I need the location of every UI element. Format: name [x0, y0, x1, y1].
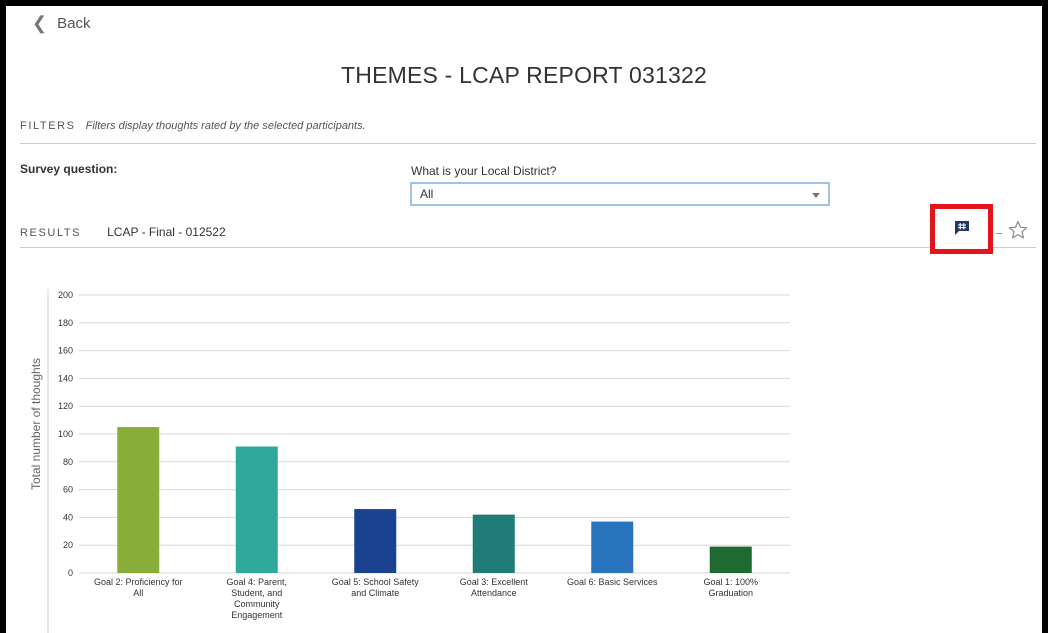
x-tick-label: All	[133, 588, 143, 598]
toolbar-separator	[996, 233, 1002, 234]
y-tick-label: 60	[63, 485, 73, 495]
chevron-left-icon: ❮	[32, 13, 48, 33]
x-tick-label: Community	[234, 599, 280, 609]
bar	[591, 521, 634, 573]
district-select-value: All	[420, 187, 434, 201]
filters-header: FILTERS Filters display thoughts rated b…	[20, 120, 366, 132]
y-tick-label: 80	[63, 457, 73, 467]
back-label: Back	[57, 14, 91, 32]
bar	[354, 509, 397, 573]
bar	[117, 427, 160, 573]
y-tick-label: 40	[63, 512, 73, 522]
results-header: RESULTS LCAP - Final - 012522	[20, 225, 226, 239]
district-question-label: What is your Local District?	[411, 164, 557, 178]
x-tick-label: Goal 4: Parent,	[226, 577, 287, 587]
x-tick-label: and Climate	[351, 588, 399, 598]
results-label: RESULTS	[20, 227, 82, 239]
x-tick-label: Goal 1: 100%	[703, 577, 758, 587]
filters-divider	[20, 143, 1036, 144]
y-tick-label: 100	[58, 429, 73, 439]
x-tick-label: Graduation	[708, 588, 753, 598]
x-tick-label: Goal 5: School Safety	[332, 577, 420, 587]
x-tick-label: Goal 6: Basic Services	[567, 577, 658, 587]
y-tick-label: 140	[58, 373, 73, 383]
survey-question-label: Survey question:	[20, 162, 118, 176]
x-tick-label: Student, and	[231, 588, 282, 598]
filters-label: FILTERS	[20, 120, 76, 132]
results-survey-name: LCAP - Final - 012522	[107, 225, 226, 239]
bar	[472, 514, 515, 573]
x-tick-label: Goal 3: Excellent	[460, 577, 529, 587]
filters-description: Filters display thoughts rated by the se…	[85, 120, 366, 132]
y-tick-label: 200	[58, 290, 73, 300]
chevron-down-icon	[812, 193, 820, 198]
results-divider	[20, 247, 1036, 248]
bar	[235, 446, 278, 573]
chat-hashtag-icon[interactable]	[954, 220, 970, 236]
x-tick-label: Attendance	[471, 588, 517, 598]
y-axis-title: Total number of thoughts	[29, 358, 43, 490]
page-title: THEMES - LCAP REPORT 031322	[341, 62, 707, 88]
y-tick-label: 120	[58, 401, 73, 411]
y-tick-label: 160	[58, 346, 73, 356]
x-tick-label: Goal 2: Proficiency for	[94, 577, 183, 587]
y-tick-label: 180	[58, 318, 73, 328]
bar	[709, 546, 752, 573]
star-outline-icon[interactable]	[1008, 220, 1028, 240]
report-frame: ❮ Back THEMES - LCAP REPORT 031322 FILTE…	[6, 6, 1042, 633]
x-tick-label: Engagement	[231, 610, 283, 620]
y-tick-label: 20	[63, 540, 73, 550]
highlight-box	[930, 204, 993, 254]
back-button[interactable]: ❮ Back	[32, 14, 90, 32]
y-tick-label: 0	[68, 568, 73, 578]
bar-chart: Total number of thoughts 0 20 40 60 80 100 120 1…	[29, 289, 790, 633]
district-select[interactable]: All	[410, 182, 830, 206]
